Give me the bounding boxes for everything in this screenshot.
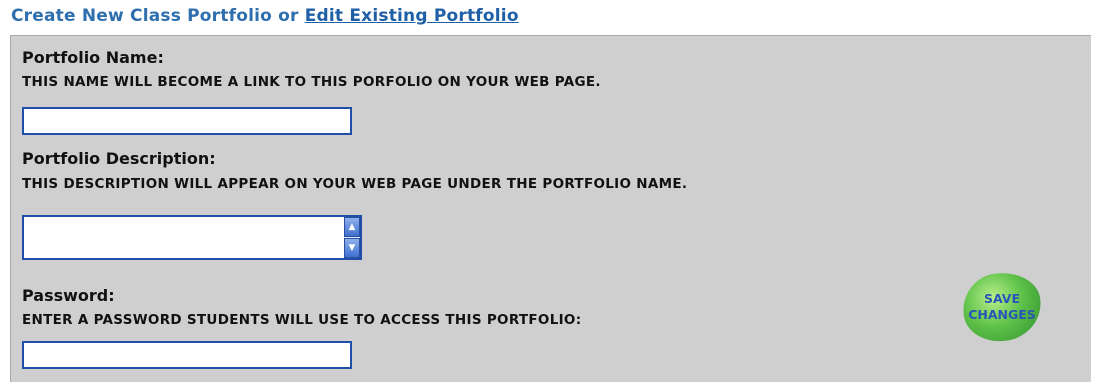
portfolio-name-label: Portfolio Name: (22, 48, 164, 67)
portfolio-form-panel: Portfolio Name: THIS NAME WILL BECOME A … (10, 35, 1091, 382)
save-changes-button[interactable]: SAVE CHANGES (958, 267, 1046, 347)
edit-existing-portfolio-link[interactable]: Edit Existing Portfolio (305, 6, 519, 26)
save-button-line2: CHANGES (968, 307, 1036, 322)
portfolio-name-input[interactable] (22, 107, 352, 135)
portfolio-description-box: ▲ ▼ (22, 215, 362, 260)
portfolio-description-label: Portfolio Description: (22, 149, 216, 168)
page-header: Create New Class Portfolio or Edit Exist… (11, 6, 519, 26)
save-button-line1: SAVE (983, 291, 1021, 306)
portfolio-name-hint: THIS NAME WILL BECOME A LINK TO THIS POR… (22, 74, 601, 90)
description-scrollbar[interactable]: ▲ ▼ (344, 217, 360, 258)
scroll-up-arrow-icon[interactable]: ▲ (344, 217, 360, 237)
password-hint: ENTER A PASSWORD STUDENTS WILL USE TO AC… (22, 312, 582, 328)
scroll-down-arrow-icon[interactable]: ▼ (344, 238, 360, 258)
password-label: Password: (22, 286, 115, 305)
portfolio-description-hint: THIS DESCRIPTION WILL APPEAR ON YOUR WEB… (22, 176, 688, 192)
portfolio-description-textarea[interactable] (24, 217, 346, 258)
create-portfolio-text: Create New Class Portfolio or (11, 6, 305, 26)
password-input[interactable] (22, 341, 352, 369)
